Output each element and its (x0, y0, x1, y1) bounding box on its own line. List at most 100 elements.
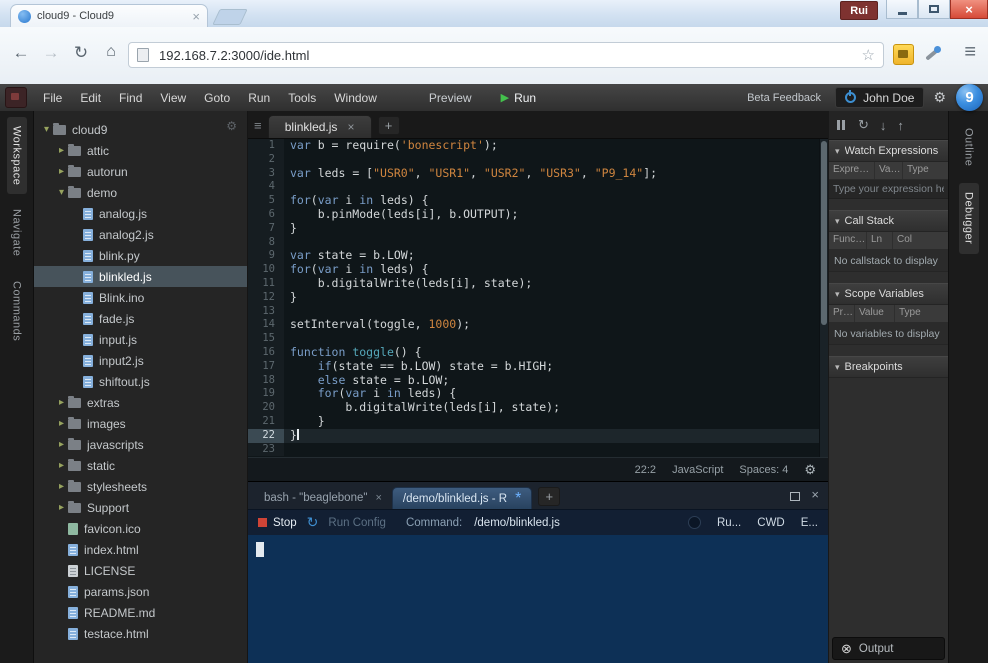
code-line-12[interactable]: 12} (248, 291, 828, 305)
tree-item-params.json[interactable]: params.json (34, 581, 247, 602)
line-number[interactable]: 21 (248, 415, 284, 429)
extension-icon-tools[interactable] (923, 44, 942, 63)
code-line-18[interactable]: 18 else state = b.LOW; (248, 374, 828, 388)
code-line-8[interactable]: 8 (248, 236, 828, 250)
code-editor[interactable]: 1var b = require('bonescript');23var led… (248, 139, 828, 457)
console-tab-bash[interactable]: bash - "beaglebone" × (254, 487, 392, 509)
line-number[interactable]: 14 (248, 318, 284, 332)
tree-item-analog2.js[interactable]: analog2.js (34, 224, 247, 245)
panel-tab-debugger[interactable]: Debugger (959, 183, 979, 253)
editor-tab-close-icon[interactable]: × (347, 120, 354, 134)
close-window-button[interactable]: × (950, 0, 988, 19)
line-number[interactable]: 15 (248, 332, 284, 346)
menu-find[interactable]: Find (110, 91, 151, 105)
indent-setting[interactable]: Spaces: 4 (739, 464, 788, 476)
connection-status-icon[interactable] (5, 87, 27, 108)
code-line-23[interactable]: 23 (248, 443, 828, 457)
code-line-11[interactable]: 11 b.digitalWrite(leds[i], state); (248, 277, 828, 291)
tree-item-blink.py[interactable]: blink.py (34, 245, 247, 266)
code-line-17[interactable]: 17 if(state == b.LOW) state = b.HIGH; (248, 360, 828, 374)
column-property[interactable]: Property (829, 305, 855, 322)
resume-icon[interactable]: ↻ (858, 117, 869, 133)
workspace-settings-icon[interactable]: ⚙ (226, 119, 237, 133)
expand-arrow-icon[interactable]: ▸ (55, 418, 68, 429)
browser-menu-icon[interactable]: ≡ (964, 41, 976, 64)
tree-item-Blink.ino[interactable]: Blink.ino (34, 287, 247, 308)
editor-scrollbar[interactable] (819, 139, 828, 457)
statusbar-gear-icon[interactable]: ⚙ (804, 462, 816, 478)
line-number[interactable]: 1 (248, 139, 284, 153)
code-line-2[interactable]: 2 (248, 153, 828, 167)
sidebar-tab-navigate[interactable]: Navigate (7, 200, 27, 265)
tree-item-favicon.ico[interactable]: favicon.ico (34, 518, 247, 539)
home-button[interactable]: ⌂ (98, 43, 124, 61)
line-number[interactable]: 9 (248, 249, 284, 263)
run-button[interactable]: ▶ Run (501, 91, 536, 105)
syntax-mode[interactable]: JavaScript (672, 464, 723, 476)
column-function[interactable]: Function (829, 232, 867, 249)
profile-button[interactable]: Rui (840, 1, 878, 20)
code-line-16[interactable]: 16function toggle() { (248, 346, 828, 360)
line-number[interactable]: 7 (248, 222, 284, 236)
line-number[interactable]: 16 (248, 346, 284, 360)
code-line-1[interactable]: 1var b = require('bonescript'); (248, 139, 828, 153)
menu-window[interactable]: Window (325, 91, 386, 105)
stop-button[interactable]: Stop (258, 517, 297, 529)
menu-run[interactable]: Run (239, 91, 279, 105)
tree-item-input.js[interactable]: input.js (34, 329, 247, 350)
line-number[interactable]: 5 (248, 194, 284, 208)
code-line-10[interactable]: 10for(var i in leds) { (248, 263, 828, 277)
tree-item-extras[interactable]: ▸extras (34, 392, 247, 413)
tree-item-analog.js[interactable]: analog.js (34, 203, 247, 224)
reload-button[interactable]: ↻ (68, 43, 94, 63)
new-editor-tab-button[interactable]: + (378, 116, 400, 135)
new-tab-button[interactable] (212, 9, 247, 25)
step-into-icon[interactable]: ↓ (880, 118, 887, 133)
console-tab-runner[interactable]: /demo/blinkled.js - R * (392, 487, 532, 509)
tree-item-input2.js[interactable]: input2.js (34, 350, 247, 371)
maximize-console-icon[interactable] (790, 492, 800, 501)
browser-tab[interactable]: cloud9 - Cloud9 × (10, 4, 208, 27)
tree-item-attic[interactable]: ▸attic (34, 140, 247, 161)
tree-item-Support[interactable]: ▸Support (34, 497, 247, 518)
code-line-7[interactable]: 7} (248, 222, 828, 236)
column-col[interactable]: Col (893, 232, 948, 249)
browser-tab-close-icon[interactable]: × (192, 9, 200, 24)
breakpoints-header[interactable]: ▾ Breakpoints (829, 356, 948, 378)
line-number[interactable]: 13 (248, 305, 284, 319)
menu-tools[interactable]: Tools (279, 91, 325, 105)
tree-item-README.md[interactable]: README.md (34, 602, 247, 623)
tree-item-static[interactable]: ▸static (34, 455, 247, 476)
beta-feedback-link[interactable]: Beta Feedback (747, 92, 821, 104)
cursor-position[interactable]: 22:2 (635, 464, 656, 476)
back-button[interactable]: ← (8, 43, 34, 63)
bookmark-star-icon[interactable]: ☆ (862, 46, 875, 64)
close-circle-icon[interactable]: ⊗ (841, 641, 852, 657)
close-console-icon[interactable]: × (811, 487, 819, 502)
command-input[interactable] (472, 516, 646, 530)
step-out-icon[interactable]: ↑ (897, 118, 904, 133)
tree-item-shiftout.js[interactable]: shiftout.js (34, 371, 247, 392)
scope-variables-header[interactable]: ▾ Scope Variables (829, 283, 948, 305)
preview-button[interactable]: Preview (420, 91, 481, 105)
code-line-3[interactable]: 3var leds = ["USR0", "USR1", "USR2", "US… (248, 167, 828, 181)
expand-arrow-icon[interactable]: ▸ (55, 166, 68, 177)
code-line-9[interactable]: 9var state = b.LOW; (248, 249, 828, 263)
collapse-arrow-icon[interactable]: ▾ (40, 124, 53, 135)
restart-icon[interactable]: ↻ (307, 514, 319, 531)
code-line-6[interactable]: 6 b.pinMode(leds[i], b.OUTPUT); (248, 208, 828, 222)
tree-item-stylesheets[interactable]: ▸stylesheets (34, 476, 247, 497)
menu-view[interactable]: View (151, 91, 195, 105)
line-number[interactable]: 3 (248, 167, 284, 181)
line-number[interactable]: 8 (248, 236, 284, 250)
cwd-button[interactable]: CWD (757, 517, 784, 529)
tree-item-demo[interactable]: ▾demo (34, 182, 247, 203)
watch-expression-input[interactable] (829, 180, 948, 198)
tree-item-LICENSE[interactable]: LICENSE (34, 560, 247, 581)
console-tab-close-icon[interactable]: × (375, 492, 381, 504)
output-button[interactable]: ⊗ Output (832, 637, 945, 660)
line-number[interactable]: 20 (248, 401, 284, 415)
watch-expressions-header[interactable]: ▾ Watch Expressions (829, 140, 948, 162)
forward-button[interactable]: → (38, 43, 64, 63)
tab-list-icon[interactable]: ≡ (254, 118, 262, 133)
